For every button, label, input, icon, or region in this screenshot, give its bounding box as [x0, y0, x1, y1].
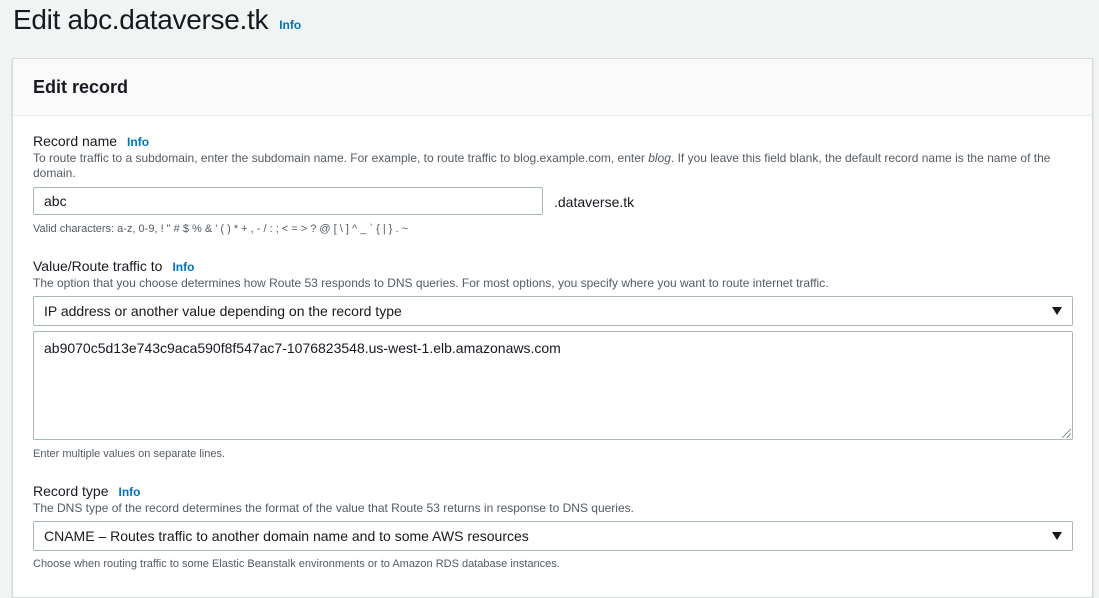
record-type-field: Record type Info The DNS type of the rec…	[33, 483, 1073, 516]
panel-title: Edit record	[33, 77, 129, 97]
route-traffic-selected: IP address or another value depending on…	[44, 303, 402, 319]
caret-down-icon	[1052, 532, 1062, 540]
page-title: Edit abc.dataverse.tk	[13, 4, 269, 35]
record-name-hint: Valid characters: a-z, 0-9, ! " # $ % & …	[33, 223, 408, 235]
route-traffic-select[interactable]: IP address or another value depending on…	[33, 296, 1073, 326]
edit-record-panel: Edit record Record name Info To route tr…	[12, 58, 1093, 598]
record-type-hint: Choose when routing traffic to some Elas…	[33, 558, 560, 570]
record-type-description: The DNS type of the record determines th…	[33, 501, 634, 515]
value-route-description: The option that you choose determines ho…	[33, 276, 829, 290]
record-type-label: Record type	[33, 483, 109, 499]
record-name-input[interactable]	[33, 187, 543, 215]
panel-header: Edit record	[13, 59, 1092, 116]
caret-down-icon	[1052, 307, 1062, 315]
record-value-text: ab9070c5d13e743c9aca590f8f547ac7-1076823…	[44, 340, 561, 356]
value-route-info-link[interactable]: Info	[172, 260, 194, 274]
record-name-label: Record name	[33, 133, 118, 149]
record-type-selected: CNAME – Routes traffic to another domain…	[44, 528, 529, 544]
record-value-hint: Enter multiple values on separate lines.	[33, 448, 225, 460]
value-route-field: Value/Route traffic to Info The option t…	[33, 258, 1073, 291]
page-header: Edit abc.dataverse.tk Info	[13, 4, 301, 36]
record-value-textarea[interactable]: ab9070c5d13e743c9aca590f8f547ac7-1076823…	[33, 331, 1073, 440]
resize-grip-icon[interactable]	[1062, 429, 1071, 438]
value-route-label: Value/Route traffic to	[33, 258, 163, 274]
page-info-link[interactable]: Info	[279, 18, 301, 32]
record-name-field: Record name Info To route traffic to a s…	[33, 133, 1073, 181]
record-name-description: To route traffic to a subdomain, enter t…	[33, 151, 1051, 180]
domain-suffix: .dataverse.tk	[554, 194, 635, 210]
record-type-info-link[interactable]: Info	[118, 485, 140, 499]
record-type-select[interactable]: CNAME – Routes traffic to another domain…	[33, 521, 1073, 551]
record-name-info-link[interactable]: Info	[127, 135, 149, 149]
